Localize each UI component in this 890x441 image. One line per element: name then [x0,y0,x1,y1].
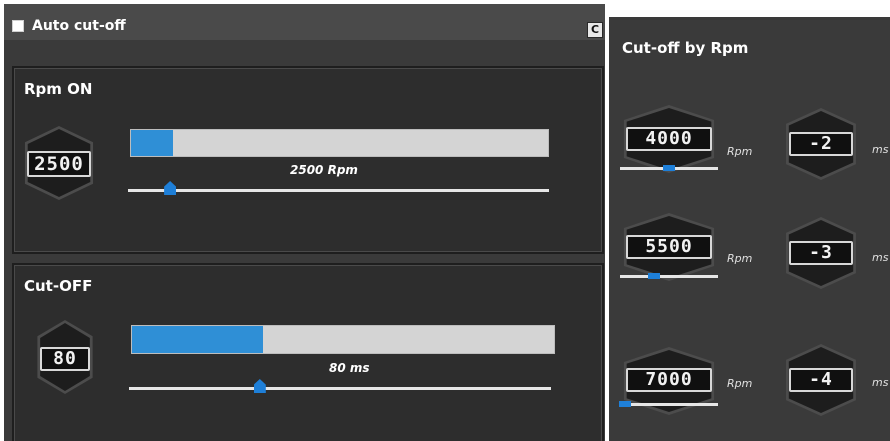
rpm-on-slider-thumb[interactable] [164,181,177,195]
rpm-2-slider[interactable] [620,275,718,278]
time-3-display: -4 [783,344,859,416]
cutoff-by-rpm-title: Cut-off by Rpm [622,39,749,57]
auto-cutoff-panel: Auto cut-off C Rpm ON 2500 2500 Rpm Cut-… [4,4,605,441]
auto-cutoff-header: Auto cut-off C [4,4,605,40]
rpm-on-slider[interactable] [128,189,549,192]
rpm-2-slider-thumb[interactable] [648,273,661,279]
rpm-2-value: 5500 [626,235,712,259]
time-2-value: -3 [789,241,853,265]
time-1-display: -2 [783,108,859,180]
time-1-value: -2 [789,132,853,156]
rpm-3-slider[interactable] [620,403,718,406]
rpm-on-caption: 2500 Rpm [290,163,358,177]
rpm-2-display: 5500 [620,213,718,281]
rpm-3-slider-thumb[interactable] [618,401,631,407]
rpm-3-value: 7000 [626,368,712,392]
cut-off-value: 80 [40,347,90,371]
time-2-unit: ms [872,251,889,264]
time-3-unit: ms [872,376,889,389]
cut-off-progress-bar [131,325,555,354]
time-3-value: -4 [789,368,853,392]
cut-off-hex-display: 80 [35,320,109,394]
cut-off-slider-thumb[interactable] [253,379,266,393]
cutoff-by-rpm-panel: Cut-off by Rpm 4000 Rpm -2 ms 5500 Rpm -… [609,17,890,441]
rpm-on-section: Rpm ON 2500 2500 Rpm [12,66,604,254]
cut-off-progress-fill [132,326,263,353]
cut-off-title: Cut-OFF [24,277,93,295]
rpm-2-unit: Rpm [727,252,753,265]
rpm-on-value: 2500 [27,151,91,177]
rpm-on-progress-fill [131,130,173,156]
rpm-1-slider-thumb[interactable] [663,165,675,171]
time-1-unit: ms [872,143,889,156]
rpm-1-display: 4000 [620,105,718,173]
auto-cutoff-checkbox[interactable] [12,20,24,32]
reset-icon[interactable]: C [587,22,603,38]
cut-off-caption: 80 ms [329,361,370,375]
time-2-display: -3 [783,217,859,289]
auto-cutoff-label: Auto cut-off [32,18,126,34]
rpm-3-unit: Rpm [727,377,753,390]
rpm-on-title: Rpm ON [24,80,93,98]
cut-off-slider[interactable] [129,387,551,390]
rpm-1-value: 4000 [626,127,712,151]
rpm-on-progress-bar [130,129,549,157]
rpm-on-hex-display: 2500 [22,126,96,200]
rpm-1-unit: Rpm [727,145,753,158]
cut-off-section: Cut-OFF 80 80 ms [12,263,604,441]
